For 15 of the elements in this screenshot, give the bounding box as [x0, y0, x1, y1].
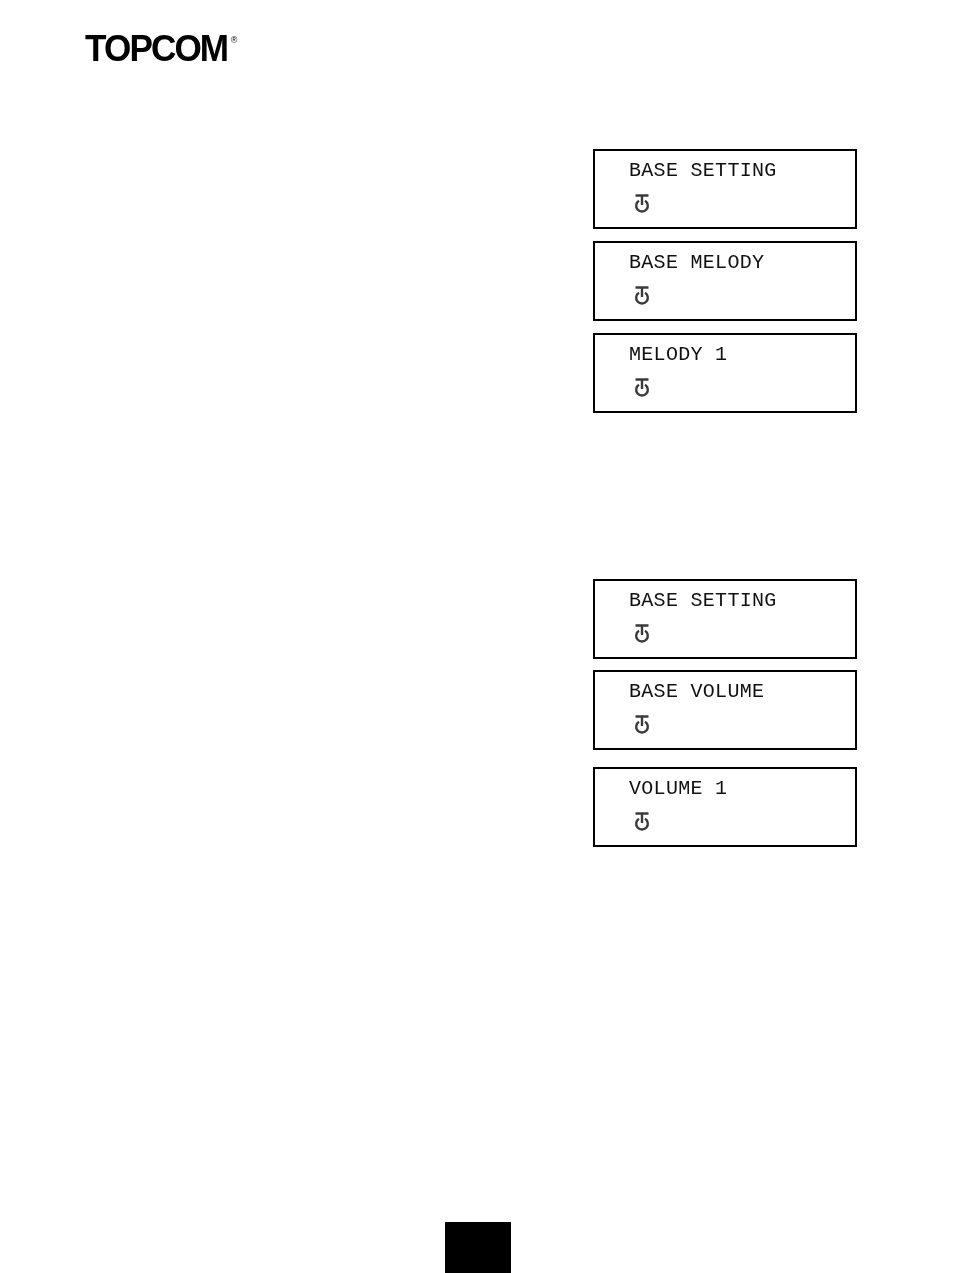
lcd-text: VOLUME 1	[629, 779, 728, 799]
lcd-text: BASE VOLUME	[629, 682, 765, 702]
page-marker-block	[445, 1222, 511, 1273]
stopwatch-icon	[634, 812, 650, 831]
lcd-text: BASE SETTING	[629, 161, 777, 181]
stopwatch-icon	[634, 715, 650, 734]
lcd-text: BASE SETTING	[629, 591, 777, 611]
lcd-text: MELODY 1	[629, 345, 728, 365]
stopwatch-icon	[634, 624, 650, 643]
registered-mark: ®	[230, 35, 238, 45]
stopwatch-icon	[634, 286, 650, 305]
brand-logo: TOPCOM	[85, 29, 228, 69]
lcd-text: BASE MELODY	[629, 253, 765, 273]
stopwatch-icon	[634, 194, 650, 213]
stopwatch-icon	[634, 378, 650, 397]
